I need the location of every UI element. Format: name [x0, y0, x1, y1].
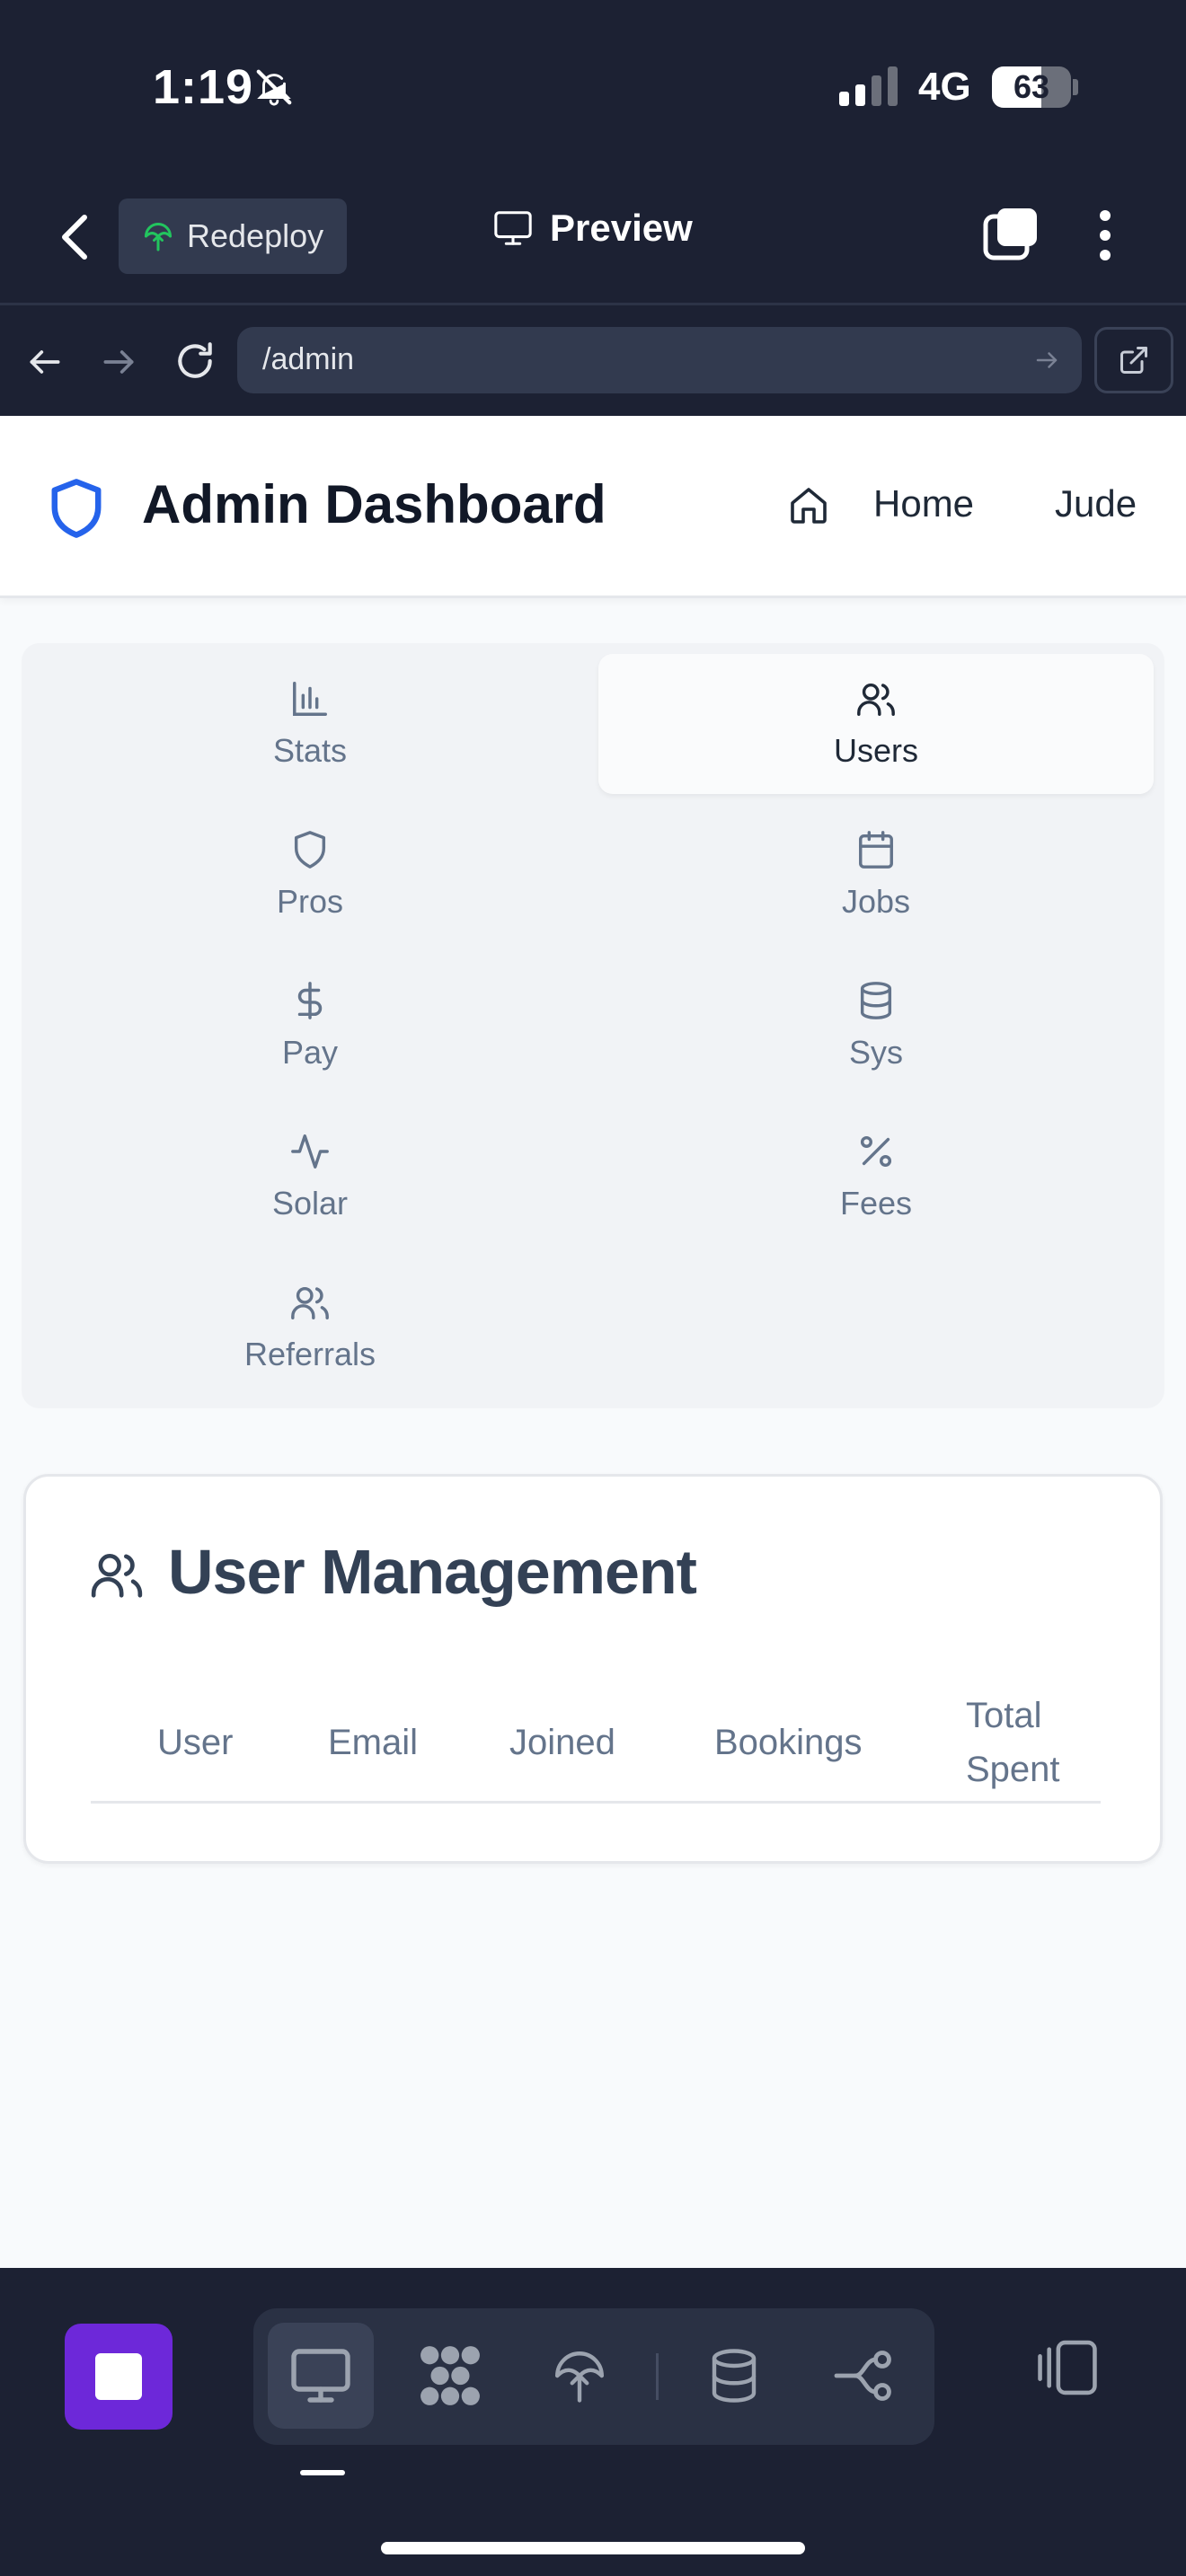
- shield-icon: [47, 477, 106, 540]
- nav-tab-label: Jobs: [841, 883, 911, 920]
- bottom-dock: [0, 2268, 1186, 2576]
- dock-tool-group: [253, 2308, 934, 2445]
- dock-deploy-button[interactable]: [527, 2323, 633, 2429]
- nav-tab-pay[interactable]: Pay: [32, 956, 588, 1096]
- page-title: Admin Dashboard: [142, 474, 606, 534]
- column-header-email[interactable]: Email: [328, 1716, 418, 1769]
- nav-tab-label: Referrals: [243, 1336, 376, 1372]
- shield-icon: [294, 831, 326, 869]
- deploy-icon: [555, 2351, 604, 2403]
- column-header-spent[interactable]: Spent: [966, 1742, 1060, 1796]
- nav-tab-label: Fees: [839, 1185, 913, 1222]
- page-viewport: Admin Dashboard Home Jude Stats Users Pr…: [0, 416, 1186, 2268]
- column-header-joined[interactable]: Joined: [509, 1716, 615, 1769]
- monitor-icon: [494, 211, 532, 245]
- reload-icon[interactable]: [173, 339, 217, 384]
- arrow-left-icon[interactable]: [25, 342, 65, 382]
- address-bar: /admin: [0, 308, 1186, 416]
- users-table-header: User Email Joined Bookings Total Spent: [91, 1681, 1101, 1804]
- column-header-bookings[interactable]: Bookings: [714, 1716, 863, 1769]
- home-icon[interactable]: [787, 484, 830, 527]
- users-icon: [857, 683, 895, 716]
- battery-tip: [1073, 79, 1078, 95]
- home-link[interactable]: Home: [873, 482, 974, 525]
- nav-tab-label: Stats: [272, 732, 348, 769]
- nav-tab-referrals[interactable]: Referrals: [32, 1257, 588, 1398]
- redeploy-label: Redeploy: [187, 217, 324, 254]
- more-vertical-icon[interactable]: [1091, 207, 1120, 264]
- dock-database-button[interactable]: [681, 2323, 787, 2429]
- dock-git-button[interactable]: [810, 2323, 916, 2429]
- column-header-user[interactable]: User: [157, 1716, 233, 1769]
- nav-tab-label: Sys: [848, 1034, 903, 1071]
- nav-tab-jobs[interactable]: Jobs: [598, 805, 1154, 945]
- calendar-icon: [859, 831, 893, 869]
- user-menu[interactable]: Jude: [1055, 482, 1137, 525]
- activity-icon: [291, 1134, 329, 1169]
- panel-toggle-icon[interactable]: [1035, 2338, 1100, 2397]
- users-icon: [89, 1547, 145, 1602]
- percent-icon: [860, 1135, 892, 1168]
- dollar-icon: [297, 982, 323, 1019]
- nav-tab-stats[interactable]: Stats: [32, 654, 588, 794]
- tabs-icon[interactable]: [983, 207, 1040, 262]
- preview-label: Preview: [550, 207, 693, 249]
- users-icon: [291, 1286, 329, 1319]
- arrow-right-icon[interactable]: [1033, 347, 1060, 374]
- dots-grid-icon: [420, 2346, 480, 2405]
- arrow-right-icon[interactable]: [99, 342, 138, 382]
- status-bar: 1:19 4G 63: [0, 0, 1186, 171]
- database-icon: [860, 982, 892, 1019]
- nav-tab-pros[interactable]: Pros: [32, 805, 588, 945]
- home-indicator: [381, 2542, 805, 2554]
- back-chevron-icon[interactable]: [56, 210, 95, 264]
- nav-tab-label: Solar: [271, 1185, 349, 1222]
- dock-preview-button[interactable]: [268, 2323, 374, 2429]
- nav-tab-solar[interactable]: Solar: [32, 1107, 588, 1247]
- stop-button[interactable]: [65, 2324, 173, 2430]
- cell-signal-icon: [839, 66, 902, 106]
- url-text: /admin: [262, 342, 355, 376]
- card-title: User Management: [168, 1537, 697, 1607]
- nav-tab-label: Pros: [276, 883, 344, 920]
- bar-chart-icon: [293, 682, 327, 716]
- battery-indicator: 63: [992, 66, 1071, 108]
- git-branch-icon: [834, 2351, 891, 2401]
- status-time: 1:19: [153, 60, 254, 114]
- dock-workspace-button[interactable]: [397, 2323, 503, 2429]
- external-link-icon: [1120, 347, 1147, 374]
- nav-tab-fees[interactable]: Fees: [598, 1107, 1154, 1247]
- monitor-icon: [291, 2349, 350, 2403]
- url-input[interactable]: /admin: [237, 327, 1082, 393]
- database-icon: [712, 2349, 757, 2403]
- stop-icon: [95, 2353, 142, 2400]
- nav-tab-label: Pay: [281, 1034, 339, 1071]
- deploy-icon: [145, 223, 172, 251]
- nav-tab-label: Users: [833, 732, 918, 769]
- open-external-button[interactable]: [1094, 327, 1173, 393]
- bell-muted-icon: [253, 66, 295, 108]
- app-toolbar: Redeploy Preview: [0, 171, 1186, 305]
- dock-divider: [656, 2353, 659, 2400]
- column-header-total[interactable]: Total: [966, 1689, 1042, 1742]
- preview-title: Preview: [492, 207, 693, 250]
- active-tab-indicator: [300, 2470, 345, 2475]
- redeploy-button[interactable]: Redeploy: [119, 198, 347, 274]
- page-header: Admin Dashboard Home Jude: [0, 416, 1186, 598]
- battery-percent: 63: [1013, 68, 1050, 105]
- user-management-card: User Management User Email Joined Bookin…: [23, 1474, 1163, 1864]
- nav-tab-sys[interactable]: Sys: [598, 956, 1154, 1096]
- nav-tab-users[interactable]: Users: [598, 654, 1154, 794]
- admin-nav-grid: Stats Users Pros Jobs Pay Sys Solar Fees…: [22, 643, 1164, 1408]
- network-type: 4G: [918, 65, 971, 109]
